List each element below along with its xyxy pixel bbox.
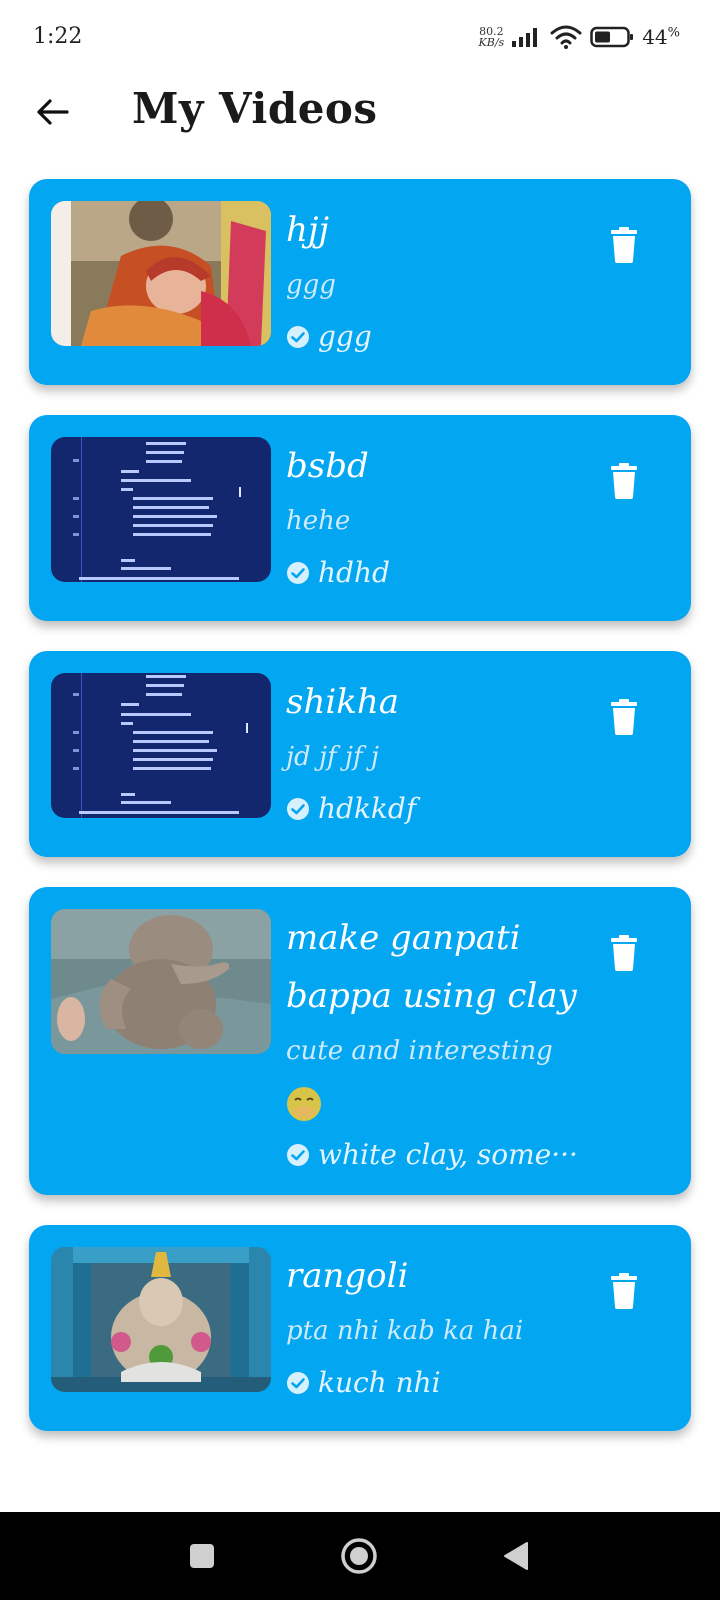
check-circle-icon: [287, 1372, 309, 1394]
video-thumbnail[interactable]: [51, 673, 271, 818]
video-info: make ganpati bappa using clay cute and i…: [286, 909, 596, 1181]
video-card[interactable]: rangoli pta nhi kab ka hai kuch nhi: [29, 1225, 691, 1431]
video-title: make ganpati bappa using clay: [286, 918, 577, 1016]
clay-ganesha-thumbnail-image: [51, 909, 271, 1054]
video-tag-text: hdkkdf: [318, 792, 417, 825]
ganesha-idol-thumbnail-image: [51, 1247, 271, 1392]
status-icons: 80.2 KB/s 44%: [479, 22, 680, 52]
delete-icon[interactable]: [609, 699, 639, 735]
check-circle-icon: [287, 798, 309, 820]
home-button[interactable]: [335, 1532, 383, 1580]
battery-percent: 44%: [642, 25, 680, 49]
network-speed: 80.2 KB/s: [478, 25, 505, 49]
delete-icon[interactable]: [609, 935, 639, 971]
video-description: jd jf jf j: [286, 742, 379, 772]
video-title: shikha: [286, 682, 399, 722]
video-card[interactable]: make ganpati bappa using clay cute and i…: [29, 887, 691, 1195]
battery-icon: [590, 26, 634, 48]
video-info: rangoli pta nhi kab ka hai kuch nhi: [286, 1247, 596, 1409]
page-title: My Videos: [132, 84, 378, 133]
video-card[interactable]: shikha jd jf jf j hdkkdf: [29, 651, 691, 857]
video-list: hjj ggg ggg bsbd hehe hdhd shikha jd jf …: [29, 179, 691, 1461]
video-thumbnail[interactable]: [51, 1247, 271, 1392]
face-with-hand-over-mouth-icon: [287, 1087, 321, 1121]
check-circle-icon: [287, 1144, 309, 1166]
status-bar: 1:22 80.2 KB/s 44%: [0, 0, 720, 76]
square-icon: [190, 1544, 214, 1568]
system-nav-bar: [0, 1512, 720, 1600]
video-info: shikha jd jf jf j hdkkdf: [286, 673, 596, 835]
video-tag-text: white clay, some···: [318, 1138, 578, 1171]
circle-icon: [341, 1538, 377, 1574]
video-title: hjj: [286, 210, 329, 250]
arrow-left-icon: [37, 99, 69, 125]
app-header: My Videos: [0, 76, 720, 176]
baby-thumbnail-image: [51, 201, 271, 346]
video-tag: kuch nhi: [286, 1357, 596, 1409]
video-thumbnail[interactable]: [51, 909, 271, 1054]
video-description: pta nhi kab ka hai: [286, 1316, 524, 1346]
video-description: hehe: [286, 506, 351, 536]
signal-icon: [512, 28, 538, 47]
video-title: rangoli: [286, 1256, 409, 1296]
code-thumbnail-image: [51, 437, 271, 582]
delete-icon[interactable]: [609, 463, 639, 499]
video-description: cute and interesting: [286, 1025, 596, 1129]
video-tag: hdhd: [286, 547, 596, 599]
back-nav-button[interactable]: [492, 1532, 540, 1580]
video-title: bsbd: [286, 446, 369, 486]
status-time: 1:22: [33, 24, 83, 49]
video-tag: hdkkdf: [286, 783, 596, 835]
triangle-left-icon: [504, 1542, 528, 1570]
video-description: ggg: [286, 270, 336, 300]
video-tag: ggg: [286, 311, 596, 363]
code-thumbnail-image: [51, 673, 271, 818]
delete-icon[interactable]: [609, 1273, 639, 1309]
wifi-icon: [550, 25, 582, 49]
video-tag: white clay, some···: [286, 1129, 596, 1181]
back-button[interactable]: [30, 90, 74, 134]
video-thumbnail[interactable]: [51, 437, 271, 582]
video-info: hjj ggg ggg: [286, 201, 596, 363]
check-circle-icon: [287, 326, 309, 348]
video-thumbnail[interactable]: [51, 201, 271, 346]
video-tag-text: ggg: [318, 320, 372, 353]
video-card[interactable]: hjj ggg ggg: [29, 179, 691, 385]
video-card[interactable]: bsbd hehe hdhd: [29, 415, 691, 621]
delete-icon[interactable]: [609, 227, 639, 263]
video-info: bsbd hehe hdhd: [286, 437, 596, 599]
check-circle-icon: [287, 562, 309, 584]
video-tag-text: hdhd: [318, 556, 390, 589]
recents-button[interactable]: [178, 1532, 226, 1580]
video-tag-text: kuch nhi: [318, 1366, 441, 1399]
